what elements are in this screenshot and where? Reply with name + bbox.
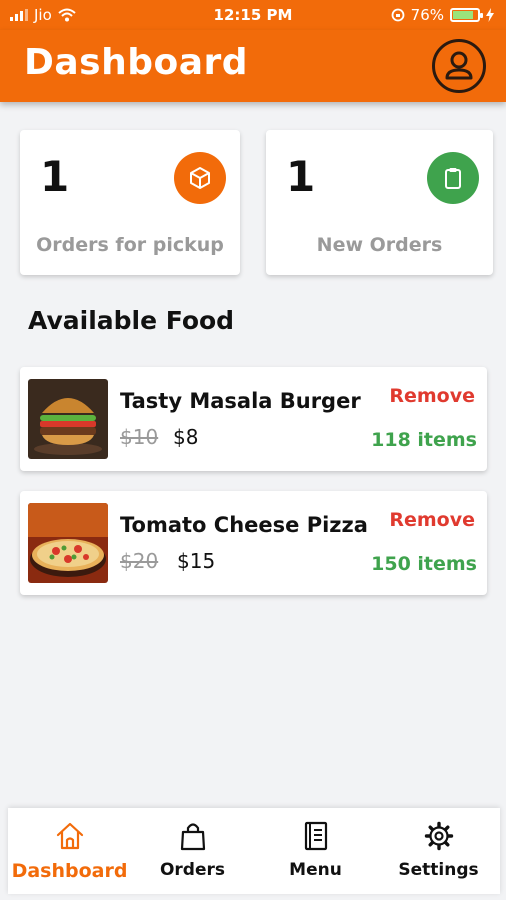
food-name: Tasty Masala Burger xyxy=(120,389,361,413)
app-bar: Dashboard xyxy=(0,30,506,102)
orders-for-pickup-label: Orders for pickup xyxy=(36,234,224,256)
clipboard-icon xyxy=(427,152,479,204)
gear-icon xyxy=(424,821,453,851)
nav-item-menu[interactable]: Menu xyxy=(254,808,377,894)
stock-count: 118 items xyxy=(371,429,477,451)
food-card[interactable]: Tasty Masala Burger $10 $8 Remove 118 it… xyxy=(20,367,487,471)
menu-book-icon xyxy=(304,821,327,851)
box-icon xyxy=(174,152,226,204)
rotation-lock-icon xyxy=(391,8,405,22)
food-card[interactable]: Tomato Cheese Pizza $20 $15 Remove 150 i… xyxy=(20,491,487,595)
battery-percent: 76% xyxy=(410,6,444,24)
remove-button[interactable]: Remove xyxy=(389,385,475,407)
orders-for-pickup-count: 1 xyxy=(40,152,70,201)
nav-label-menu: Menu xyxy=(289,860,342,880)
orders-for-pickup-card[interactable]: 1 Orders for pickup xyxy=(20,130,240,275)
new-orders-label: New Orders xyxy=(316,234,443,256)
remove-button[interactable]: Remove xyxy=(389,509,475,531)
battery-icon xyxy=(450,8,483,22)
new-orders-count: 1 xyxy=(286,152,316,201)
stock-count: 150 items xyxy=(371,553,477,575)
nav-label-orders: Orders xyxy=(159,860,226,880)
discounted-price: $15 xyxy=(177,549,216,573)
pizza-image xyxy=(28,503,108,583)
charging-icon xyxy=(486,8,494,22)
new-orders-card[interactable]: 1 New Orders xyxy=(266,130,493,275)
user-icon xyxy=(445,51,473,80)
food-name: Tomato Cheese Pizza xyxy=(120,513,368,537)
nav-label-settings: Settings xyxy=(398,860,479,880)
burger-image xyxy=(28,379,108,459)
status-bar: Jio 12:15 PM 76% xyxy=(0,0,506,30)
profile-button[interactable] xyxy=(432,39,486,93)
original-price: $10 xyxy=(120,425,159,449)
page-title: Dashboard xyxy=(24,42,249,83)
nav-item-orders[interactable]: Orders xyxy=(131,808,254,894)
nav-item-settings[interactable]: Settings xyxy=(377,808,500,894)
status-bar-right: 76% xyxy=(391,6,494,24)
home-icon xyxy=(56,822,83,850)
original-price: $20 xyxy=(120,549,159,573)
nav-item-dashboard[interactable]: Dashboard xyxy=(8,808,131,894)
discounted-price: $8 xyxy=(173,425,199,449)
bottom-navigation: Dashboard Orders Menu Settings xyxy=(8,808,500,894)
nav-label-dashboard: Dashboard xyxy=(11,860,128,882)
shopping-bag-icon xyxy=(180,823,205,851)
available-food-heading: Available Food xyxy=(28,306,235,335)
